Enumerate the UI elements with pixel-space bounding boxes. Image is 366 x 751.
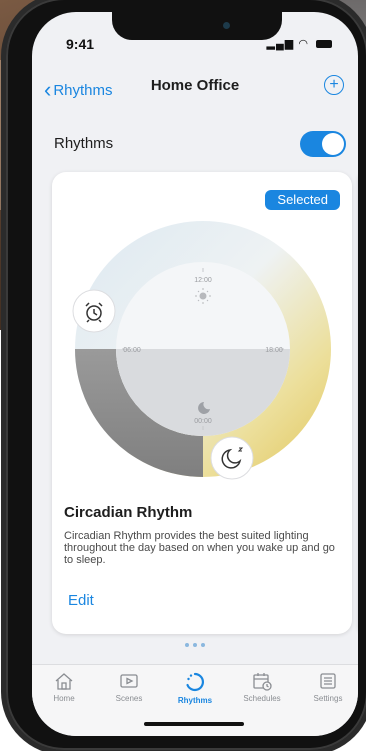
phone-frame: 9:41 ▂▄▆ ◠ ‹ Rhythms Home Office + Rhythm…	[6, 0, 366, 750]
rhythm-dial[interactable]: 12:00 06:00 18:00 00:00	[72, 218, 334, 480]
tab-settings-label: Settings	[313, 694, 343, 703]
rhythms-label: Rhythms	[54, 135, 114, 152]
tab-scenes-label: Scenes	[115, 694, 143, 703]
page-dot	[185, 643, 189, 647]
status-icons: ▂▄▆ ◠	[267, 37, 332, 50]
sleep-handle[interactable]	[210, 436, 254, 480]
home-indicator	[144, 722, 244, 726]
rhythm-description: Circadian Rhythm provides the best suite…	[64, 530, 335, 566]
battery-icon	[316, 40, 332, 49]
dial-label-left: 06:00	[123, 347, 141, 354]
notch	[112, 12, 282, 40]
tab-scenes[interactable]: Scenes	[99, 671, 159, 703]
camera	[223, 22, 230, 29]
tab-schedules[interactable]: Schedules	[232, 671, 292, 703]
tab-rhythms[interactable]: Rhythms	[165, 671, 225, 705]
wake-handle[interactable]	[72, 289, 116, 333]
page-indicator[interactable]	[32, 634, 358, 652]
signal-icon: ▂▄▆	[266, 38, 295, 50]
home-icon	[55, 673, 73, 690]
tab-home-label: Home	[53, 694, 75, 703]
schedules-icon	[253, 673, 272, 691]
add-button[interactable]: +	[324, 75, 344, 95]
scenes-icon	[120, 674, 138, 688]
toggle-knob	[322, 133, 344, 155]
dial-label-right: 18:00	[265, 347, 283, 354]
page-dot	[201, 643, 205, 647]
wifi-icon: ◠	[298, 38, 309, 50]
tab-rhythms-label: Rhythms	[177, 696, 213, 705]
page-title: Home Office	[150, 77, 240, 94]
tab-schedules-label: Schedules	[243, 694, 281, 703]
tab-home[interactable]: Home	[34, 671, 94, 703]
page-dot	[193, 643, 197, 647]
dial-label-top: 12:00	[194, 277, 212, 284]
selected-badge: Selected	[265, 190, 340, 210]
tab-settings[interactable]: Settings	[298, 671, 358, 703]
dial-svg: 12:00 06:00 18:00 00:00	[72, 221, 331, 480]
plus-icon: +	[329, 76, 339, 93]
edit-button[interactable]: Edit	[68, 592, 94, 609]
navigation-bar: ‹ Rhythms Home Office +	[32, 72, 358, 102]
rhythms-icon	[186, 672, 204, 692]
phone-screen: 9:41 ▂▄▆ ◠ ‹ Rhythms Home Office + Rhythm…	[32, 12, 358, 736]
rhythm-card[interactable]: Selected 12:00 06:00 18:00 00:00 Circadi…	[52, 172, 352, 634]
rhythms-toggle[interactable]	[300, 131, 346, 157]
status-time: 9:41	[66, 36, 95, 52]
rhythm-title: Circadian Rhythm	[64, 504, 193, 521]
rhythms-toggle-row: Rhythms	[32, 130, 358, 158]
settings-icon	[320, 673, 336, 689]
dial-label-bottom: 00:00	[194, 418, 212, 425]
